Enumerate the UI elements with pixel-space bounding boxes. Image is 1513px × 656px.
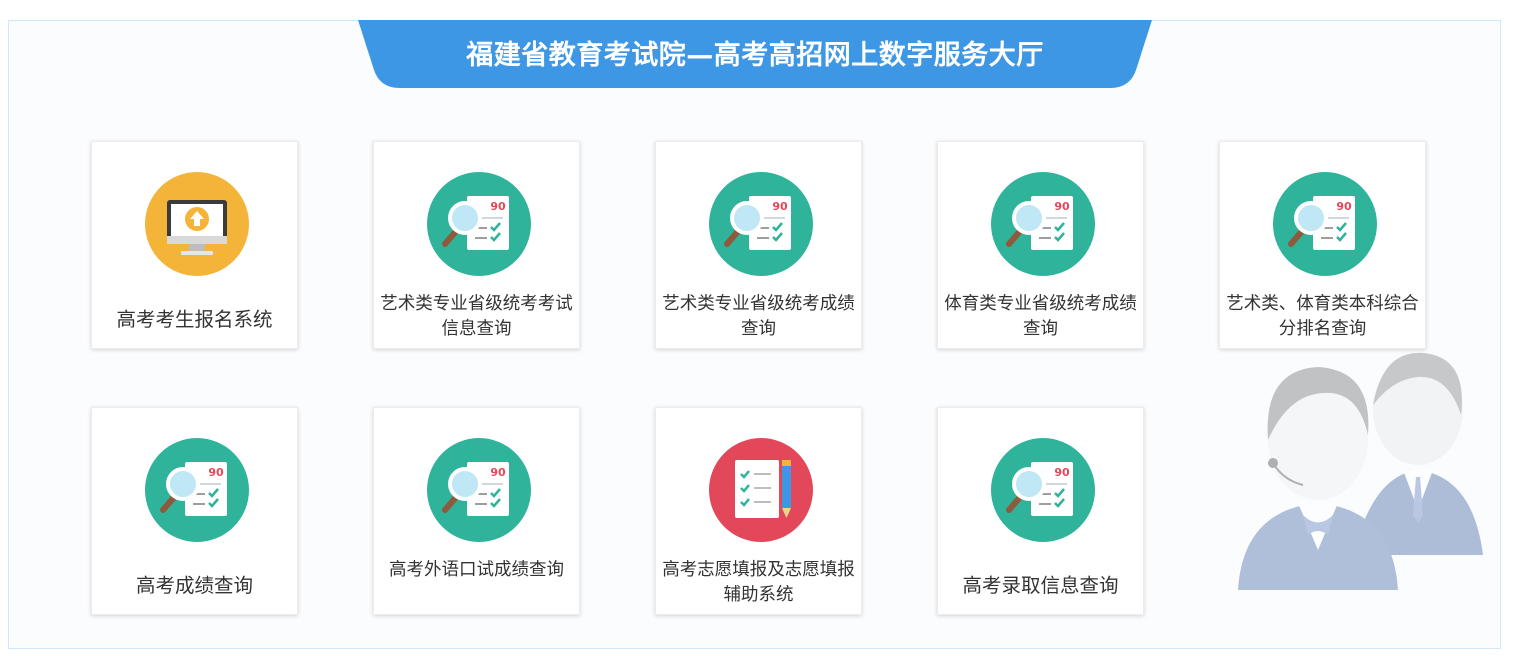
service-card-gaokao-registration[interactable]: 高考考生报名系统 bbox=[91, 141, 298, 349]
svg-text:90: 90 bbox=[208, 466, 224, 479]
service-label: 艺术类专业省级统考成绩查询 bbox=[662, 294, 855, 339]
checklist-pencil-icon bbox=[709, 438, 813, 542]
service-card-art-exam-info[interactable]: 90 艺术类专业省级统考考试信息查询 bbox=[373, 141, 580, 349]
service-card-sports-exam-score[interactable]: 90 体育类专业省级统考成绩查询 bbox=[937, 141, 1144, 349]
score-sheet-magnifier-icon: 90 bbox=[709, 172, 813, 276]
service-label: 体育类专业省级统考成绩查询 bbox=[944, 294, 1137, 339]
service-label: 高考考生报名系统 bbox=[116, 308, 273, 331]
svg-text:90: 90 bbox=[490, 200, 506, 213]
page-title: 福建省教育考试院—高考高招网上数字服务大厅 bbox=[466, 40, 1044, 71]
svg-text:90: 90 bbox=[772, 200, 788, 213]
score-sheet-magnifier-icon: 90 bbox=[427, 438, 531, 542]
svg-text:90: 90 bbox=[1336, 200, 1352, 213]
service-card-gaokao-score[interactable]: 90 高考成绩查询 bbox=[91, 407, 298, 615]
service-card-oral-exam-score[interactable]: 90 高考外语口试成绩查询 bbox=[373, 407, 580, 615]
service-label: 高考外语口试成绩查询 bbox=[389, 560, 564, 580]
customer-service-mascot-illustration bbox=[1238, 352, 1483, 590]
svg-text:90: 90 bbox=[1054, 200, 1070, 213]
score-sheet-magnifier-icon: 90 bbox=[1273, 172, 1377, 276]
computer-upload-icon bbox=[145, 172, 249, 276]
service-card-volunteer-application[interactable]: 高考志愿填报及志愿填报辅助系统 bbox=[655, 407, 862, 615]
banner: 福建省教育考试院—高考高招网上数字服务大厅 bbox=[358, 20, 1152, 88]
service-label: 高考志愿填报及志愿填报辅助系统 bbox=[662, 560, 855, 605]
service-label: 高考成绩查询 bbox=[135, 574, 253, 597]
service-label: 艺术类专业省级统考考试信息查询 bbox=[380, 294, 573, 339]
service-label: 高考录取信息查询 bbox=[962, 574, 1119, 597]
service-card-art-exam-score[interactable]: 90 艺术类专业省级统考成绩查询 bbox=[655, 141, 862, 349]
service-card-art-sports-ranking[interactable]: 90 艺术类、体育类本科综合分排名查询 bbox=[1219, 141, 1426, 349]
service-label: 艺术类、体育类本科综合分排名查询 bbox=[1226, 294, 1419, 339]
score-sheet-magnifier-icon: 90 bbox=[145, 438, 249, 542]
score-sheet-magnifier-icon: 90 bbox=[427, 172, 531, 276]
score-sheet-magnifier-icon: 90 bbox=[991, 172, 1095, 276]
svg-text:90: 90 bbox=[1054, 466, 1070, 479]
service-card-admission-info[interactable]: 90 高考录取信息查询 bbox=[937, 407, 1144, 615]
svg-text:90: 90 bbox=[490, 466, 506, 479]
score-sheet-magnifier-icon: 90 bbox=[991, 438, 1095, 542]
